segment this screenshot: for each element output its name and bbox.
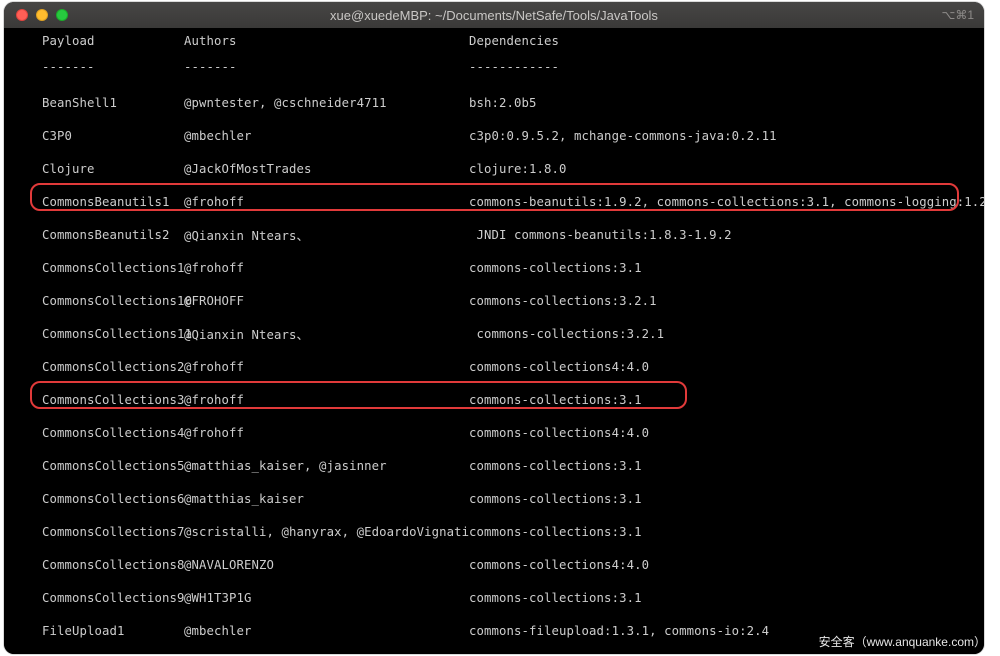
cell-authors: @NAVALORENZO <box>184 558 274 572</box>
cell-deps: commons-collections:3.1 <box>469 591 642 605</box>
cell-authors: @frohoff <box>184 360 244 374</box>
table-row: CommonsCollections11 @Qianxin Ntears、 co… <box>4 317 984 350</box>
table-row: C3P0 @mbechler c3p0:0.9.5.2, mchange-com… <box>4 119 984 152</box>
cell-payload: CommonsCollections11 <box>42 327 192 341</box>
cell-payload: Clojure <box>42 162 95 176</box>
cell-payload: CommonsCollections3 <box>42 393 185 407</box>
table-row: Clojure @JackOfMostTrades clojure:1.8.0 <box>4 152 984 185</box>
close-icon[interactable] <box>16 9 28 21</box>
header-payload: Payload <box>42 34 95 48</box>
cell-payload: CommonsCollections5 <box>42 459 185 473</box>
cell-payload: C3P0 <box>42 129 72 143</box>
cell-payload: CommonsCollections8 <box>42 558 185 572</box>
cell-authors: @frohoff <box>184 426 244 440</box>
cell-deps: c3p0:0.9.5.2, mchange-commons-java:0.2.1… <box>469 129 777 143</box>
cell-payload: CommonsCollections10 <box>42 294 192 308</box>
cell-deps: bsh:2.0b5 <box>469 96 537 110</box>
minimize-icon[interactable] <box>36 9 48 21</box>
cell-payload: CommonsCollections9 <box>42 591 185 605</box>
cell-authors: @FROHOFF <box>184 294 244 308</box>
cell-authors: @scristalli, @hanyrax, @EdoardoVignati <box>184 525 469 539</box>
cell-authors: @mbechler <box>184 129 252 143</box>
sep-payload: ------- <box>42 60 95 74</box>
table-row: CommonsCollections5 @matthias_kaiser, @j… <box>4 449 984 482</box>
cell-authors: @Qianxin Ntears、 <box>184 325 309 343</box>
cell-payload: CommonsCollections2 <box>42 360 185 374</box>
terminal-window: xue@xuedeMBP: ~/Documents/NetSafe/Tools/… <box>4 2 984 654</box>
cell-authors: @mbechler <box>184 624 252 638</box>
table-row: CommonsCollections8 @NAVALORENZO commons… <box>4 548 984 581</box>
table-row: CommonsCollections10 @FROHOFF commons-co… <box>4 284 984 317</box>
cell-authors: @JackOfMostTrades <box>184 162 312 176</box>
titlebar: xue@xuedeMBP: ~/Documents/NetSafe/Tools/… <box>4 2 984 28</box>
window-title: xue@xuedeMBP: ~/Documents/NetSafe/Tools/… <box>4 8 984 23</box>
cell-deps: commons-collections:3.2.1 <box>469 327 664 341</box>
cell-deps: commons-collections:3.1 <box>469 261 642 275</box>
traffic-lights <box>4 9 68 21</box>
cell-deps: commons-collections4:4.0 <box>469 558 649 572</box>
terminal-body[interactable]: Payload Authors Dependencies ------- ---… <box>4 28 984 654</box>
cell-authors: @frohoff <box>184 393 244 407</box>
watermark: 安全客（www.anquanke.com） <box>819 633 986 650</box>
separator-row: ------- ------- ------------ <box>4 56 984 78</box>
cell-payload: CommonsCollections6 <box>42 492 185 506</box>
table-row: CommonsCollections4 @frohoff commons-col… <box>4 416 984 449</box>
sep-deps: ------------ <box>469 60 559 74</box>
cell-deps: commons-collections:3.1 <box>469 393 642 407</box>
table-row: CommonsCollections6 @matthias_kaiser com… <box>4 482 984 515</box>
cell-payload: CommonsCollections7 <box>42 525 185 539</box>
cell-deps: commons-fileupload:1.3.1, commons-io:2.4 <box>469 624 769 638</box>
table-row: CommonsBeanutils2 @Qianxin Ntears、 JNDI … <box>4 218 984 251</box>
cell-authors: @frohoff <box>184 195 244 209</box>
cell-authors: @matthias_kaiser, @jasinner <box>184 459 387 473</box>
cell-payload: CommonsBeanutils2 <box>42 228 170 242</box>
table-row: BeanShell1 @pwntester, @cschneider4711 b… <box>4 86 984 119</box>
cell-deps: commons-collections:3.1 <box>469 459 642 473</box>
cell-payload: CommonsCollections4 <box>42 426 185 440</box>
table-row: CommonsCollections1 @frohoff commons-col… <box>4 251 984 284</box>
cell-authors: @frohoff <box>184 261 244 275</box>
table-row: CommonsCollections9 @WH1T3P1G commons-co… <box>4 581 984 614</box>
header-deps: Dependencies <box>469 34 559 48</box>
cell-deps: clojure:1.8.0 <box>469 162 567 176</box>
cell-authors: @pwntester, @cschneider4711 <box>184 96 387 110</box>
cell-deps: JNDI commons-beanutils:1.8.3-1.9.2 <box>469 228 732 242</box>
header-row: Payload Authors Dependencies <box>4 30 984 52</box>
cell-payload: CommonsCollections1 <box>42 261 185 275</box>
cell-deps: commons-collections4:4.0 <box>469 360 649 374</box>
cell-deps: commons-collections:3.1 <box>469 492 642 506</box>
table-row: CommonsCollections3 @frohoff commons-col… <box>4 383 984 416</box>
table-row: CommonsBeanutils1 @frohoff commons-beanu… <box>4 185 984 218</box>
cell-deps: commons-collections:3.2.1 <box>469 294 657 308</box>
cell-payload: FileUpload1 <box>42 624 125 638</box>
header-authors: Authors <box>184 34 237 48</box>
cell-deps: commons-collections4:4.0 <box>469 426 649 440</box>
table-row: CommonsCollections2 @frohoff commons-col… <box>4 350 984 383</box>
cell-authors: @matthias_kaiser <box>184 492 304 506</box>
cell-deps: commons-collections:3.1 <box>469 525 642 539</box>
cell-authors: @Qianxin Ntears、 <box>184 226 309 244</box>
sep-authors: ------- <box>184 60 237 74</box>
cell-payload: CommonsBeanutils1 <box>42 195 170 209</box>
cell-deps: commons-beanutils:1.9.2, commons-collect… <box>469 195 984 209</box>
cell-authors: @WH1T3P1G <box>184 591 252 605</box>
table-row: CommonsCollections7 @scristalli, @hanyra… <box>4 515 984 548</box>
shortcut-hint: ⌥⌘1 <box>941 8 974 22</box>
cell-payload: BeanShell1 <box>42 96 117 110</box>
maximize-icon[interactable] <box>56 9 68 21</box>
